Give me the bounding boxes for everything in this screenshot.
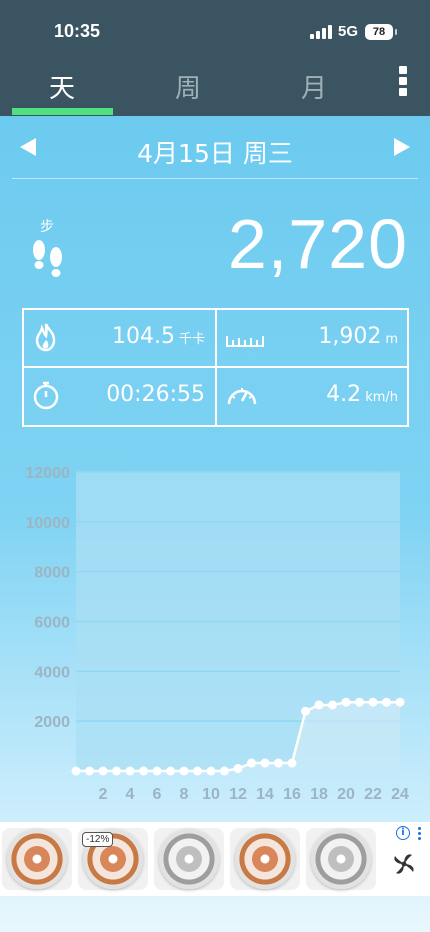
- data-point: [139, 766, 148, 776]
- x-tick-label: 8: [180, 786, 189, 803]
- speedometer-icon: [227, 388, 257, 405]
- x-tick-label: 20: [337, 786, 355, 803]
- data-point: [71, 766, 81, 776]
- network-type: 5G: [338, 23, 359, 40]
- ad-product-2[interactable]: -12%: [78, 828, 148, 890]
- tab-month[interactable]: 月: [264, 68, 364, 105]
- data-point: [274, 758, 283, 768]
- fan-product-image: [235, 829, 295, 889]
- data-point: [125, 766, 135, 776]
- status-bar: 10:35 5G 78: [0, 0, 430, 60]
- date-navigator: 4月15日 周三: [0, 120, 430, 178]
- distance-value: 1,902: [318, 324, 382, 349]
- data-point: [233, 764, 243, 774]
- y-tick-label: 4000: [34, 664, 70, 681]
- steps-count: 2,720: [227, 205, 408, 283]
- ad-product-4[interactable]: [230, 828, 300, 890]
- x-tick-label: 16: [283, 786, 301, 803]
- data-point: [98, 766, 108, 776]
- x-tick-label: 2: [99, 786, 108, 803]
- data-point: [260, 758, 270, 768]
- distance-unit: m: [385, 332, 398, 347]
- x-tick-label: 24: [391, 786, 409, 803]
- data-point: [341, 697, 351, 707]
- y-tick-label: 2000: [34, 714, 70, 731]
- x-tick-label: 22: [364, 786, 382, 803]
- x-tick-label: 10: [202, 786, 220, 803]
- tab-day[interactable]: 天: [12, 68, 112, 105]
- ad-product-5[interactable]: [306, 828, 376, 890]
- data-point: [220, 766, 229, 776]
- divider: [12, 178, 418, 179]
- fan-product-image: [311, 829, 371, 889]
- x-tick-label: 4: [126, 786, 135, 803]
- current-date: 4月15日 周三: [137, 139, 293, 168]
- ruler-icon: [226, 336, 264, 347]
- calories-value: 104.5: [112, 324, 175, 349]
- data-point: [382, 697, 391, 707]
- flame-icon: [35, 323, 56, 352]
- overflow-menu-icon[interactable]: [396, 66, 410, 96]
- steps-line-chart: 200040006000800010000120002 4 6 8 10 12 14 16 18…: [26, 465, 410, 803]
- battery-icon: 78: [365, 24, 397, 40]
- status-time: 10:35: [54, 21, 101, 41]
- x-tick-label: 12: [229, 786, 247, 803]
- y-tick-label: 8000: [34, 565, 70, 582]
- ad-menu-icon[interactable]: [418, 827, 422, 841]
- ad-product-3[interactable]: [154, 828, 224, 890]
- speed-value: 4.2: [326, 382, 362, 407]
- x-tick-label: 18: [310, 786, 328, 803]
- active-tab-indicator: [12, 108, 113, 115]
- speed-unit: km/h: [365, 390, 398, 405]
- fan-product-image: [159, 829, 219, 889]
- distance-cell: 1,902 m: [217, 310, 408, 366]
- stats-grid: 104.5 千卡 1,902 m 00:26:55 4.2 km/h: [22, 308, 409, 427]
- fan-product-image: [7, 829, 67, 889]
- period-tab-bar: 天 周 月: [0, 60, 430, 116]
- y-tick-label: 6000: [34, 615, 70, 632]
- data-point: [355, 697, 364, 707]
- stopwatch-icon: [33, 381, 59, 410]
- hourly-steps-chart: 2000 4000 6000 8000 10000 12000 2 4 6 8 10 12 14 16 18…: [0, 455, 430, 805]
- duration-cell: 00:26:55: [24, 368, 215, 424]
- next-day-arrow-icon[interactable]: [394, 138, 410, 156]
- data-point: [206, 766, 216, 776]
- data-point: [301, 706, 310, 716]
- y-tick-label: 10000: [26, 515, 71, 532]
- data-point: [314, 700, 324, 710]
- footprints-icon: [33, 240, 62, 277]
- data-point: [368, 697, 378, 707]
- data-point: [85, 766, 94, 776]
- ad-brand-logo-icon: [394, 854, 414, 874]
- tab-week[interactable]: 周: [138, 68, 238, 105]
- data-point: [287, 758, 297, 768]
- data-point: [179, 766, 189, 776]
- ad-info-icon[interactable]: i: [396, 826, 410, 840]
- y-tick-label: 12000: [26, 465, 71, 482]
- ad-banner[interactable]: -12% i: [0, 822, 430, 896]
- data-point: [193, 766, 202, 776]
- calories-cell: 104.5 千卡: [24, 310, 215, 366]
- data-point: [395, 697, 405, 707]
- data-point: [328, 700, 337, 710]
- calories-unit: 千卡: [178, 332, 205, 347]
- data-point: [112, 766, 121, 776]
- duration-value: 00:26:55: [106, 382, 205, 407]
- x-tick-label: 14: [256, 786, 274, 803]
- discount-badge: -12%: [82, 832, 114, 847]
- ad-product-1[interactable]: [2, 828, 72, 890]
- speed-cell: 4.2 km/h: [217, 368, 408, 424]
- data-point: [166, 766, 175, 776]
- x-tick-label: 6: [153, 786, 162, 803]
- signal-icon: [310, 25, 332, 39]
- data-point: [247, 758, 256, 768]
- data-point: [152, 766, 162, 776]
- steps-label: 步: [40, 219, 54, 235]
